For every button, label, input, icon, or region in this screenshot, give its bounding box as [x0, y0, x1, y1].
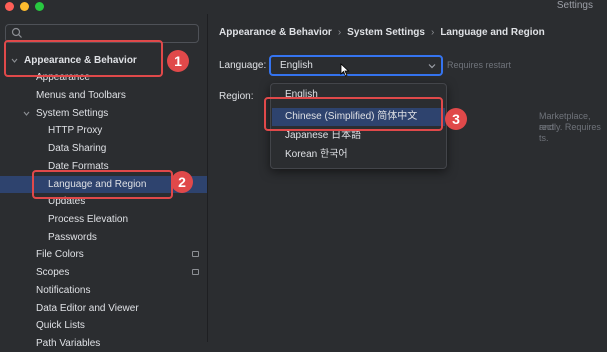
breadcrumb-separator: ›	[430, 27, 435, 38]
callout-highlight-3	[264, 97, 443, 131]
region-description-line: ts.	[539, 133, 549, 143]
mouse-cursor-icon	[340, 63, 350, 77]
sidebar-item-label: Data Editor and Viewer	[36, 303, 139, 314]
language-label: Language:	[219, 60, 267, 71]
breadcrumb-item[interactable]: System Settings	[347, 27, 425, 38]
language-dropdown[interactable]: English	[269, 55, 443, 76]
close-window-button[interactable]	[5, 2, 14, 11]
callout-highlight-2	[32, 170, 173, 199]
sidebar-item-label: Passwords	[48, 232, 97, 243]
language-option-label: Korean 한국어	[285, 149, 348, 160]
region-label: Region:	[219, 91, 254, 102]
sidebar-item-label: HTTP Proxy	[48, 125, 103, 136]
sidebar-item-label: Process Elevation	[48, 214, 129, 225]
sidebar-item-label: Data Sharing	[48, 143, 107, 154]
sidebar-item-data-editor-viewer[interactable]: Data Editor and Viewer	[0, 300, 207, 317]
title-bar: Settings	[0, 0, 607, 14]
breadcrumb-separator: ›	[337, 27, 342, 38]
sidebar-item-label: System Settings	[36, 108, 109, 119]
maximize-window-button[interactable]	[35, 2, 44, 11]
chevron-down-icon	[428, 64, 436, 69]
sidebar-item-label: Scopes	[36, 267, 70, 278]
sidebar-item-process-elevation[interactable]: Process Elevation	[0, 211, 207, 228]
requires-restart-hint: Requires restart	[447, 60, 512, 70]
sidebar-item-label: Menus and Toolbars	[36, 90, 126, 101]
sidebar-item-notifications[interactable]: Notifications	[0, 282, 207, 299]
sidebar-item-scopes[interactable]: Scopes	[0, 264, 207, 281]
region-description-line: rectly. Requires	[539, 122, 601, 132]
sidebar-item-label: Notifications	[36, 285, 91, 296]
sidebar-item-label: File Colors	[36, 249, 84, 260]
project-settings-icon	[192, 251, 199, 257]
project-settings-icon	[192, 269, 199, 275]
breadcrumb-item-current: Language and Region	[440, 27, 545, 38]
sidebar-item-path-variables[interactable]: Path Variables	[0, 335, 207, 352]
sidebar-item-label: Quick Lists	[36, 320, 85, 331]
breadcrumb: Appearance & Behavior › System Settings › La…	[219, 26, 545, 40]
sidebar-item-file-colors[interactable]: File Colors	[0, 246, 207, 263]
sidebar-item-data-sharing[interactable]: Data Sharing	[0, 140, 207, 157]
sidebar-item-passwords[interactable]: Passwords	[0, 229, 207, 246]
callout-badge-3: 3	[445, 108, 467, 130]
minimize-window-button[interactable]	[20, 2, 29, 11]
language-value: English	[280, 60, 313, 71]
breadcrumb-item[interactable]: Appearance & Behavior	[219, 27, 332, 38]
callout-highlight-1	[4, 40, 163, 77]
sidebar-item-label: Path Variables	[36, 338, 101, 349]
language-option-korean[interactable]: Korean 한국어	[272, 146, 445, 164]
chevron-down-icon	[23, 111, 30, 116]
search-icon	[11, 27, 22, 38]
callout-badge-2: 2	[171, 171, 193, 193]
settings-content: Appearance & Behavior › System Settings › La…	[208, 14, 607, 342]
sidebar-item-system-settings[interactable]: System Settings	[0, 105, 207, 122]
sidebar-item-menus-toolbars[interactable]: Menus and Toolbars	[0, 87, 207, 104]
sidebar-item-http-proxy[interactable]: HTTP Proxy	[0, 122, 207, 139]
window-title: Settings	[556, 0, 593, 11]
callout-badge-1: 1	[167, 50, 189, 72]
sidebar-item-quick-lists[interactable]: Quick Lists	[0, 317, 207, 334]
